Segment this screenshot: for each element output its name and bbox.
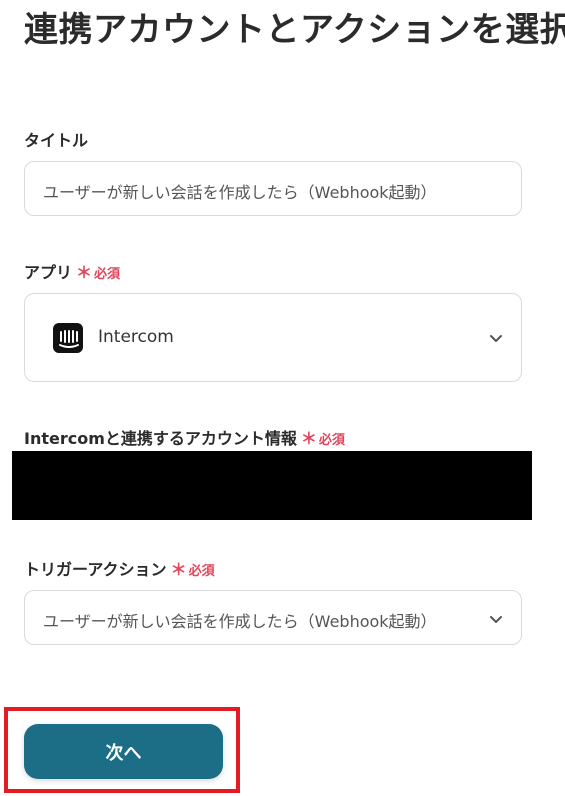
title-input-value: ユーザーが新しい会話を作成したら（Webhook起動）: [43, 183, 437, 202]
trigger-select-value: ユーザーが新しい会話を作成したら（Webhook起動）: [43, 612, 437, 631]
app-field-label: アプリ＊必須: [24, 259, 120, 283]
required-badge: ＊必須: [76, 263, 121, 282]
account-label-text: Intercomと連携するアカウント情報: [24, 429, 297, 448]
required-badge: ＊必須: [300, 429, 345, 448]
title-field-label: タイトル: [24, 127, 88, 151]
account-select-redacted[interactable]: [12, 451, 532, 520]
app-label-text: アプリ: [24, 263, 73, 282]
chevron-down-icon: [490, 335, 502, 342]
trigger-label-text: トリガーアクション: [24, 560, 167, 579]
title-input[interactable]: ユーザーが新しい会話を作成したら（Webhook起動）: [24, 161, 522, 216]
title-label-text: タイトル: [24, 131, 89, 150]
page-title: 連携アカウントとアクションを選択: [24, 10, 565, 50]
app-select-value: Intercom: [98, 327, 174, 347]
trigger-field-label: トリガーアクション＊必須: [24, 556, 215, 580]
next-button[interactable]: 次へ: [24, 724, 223, 779]
chevron-down-icon: [490, 616, 502, 623]
trigger-action-select[interactable]: ユーザーが新しい会話を作成したら（Webhook起動）: [24, 590, 522, 645]
account-field-label: Intercomと連携するアカウント情報＊必須: [24, 425, 345, 449]
app-select[interactable]: Intercom: [24, 293, 522, 382]
required-badge: ＊必須: [170, 560, 215, 579]
intercom-logo-icon: [53, 323, 83, 353]
